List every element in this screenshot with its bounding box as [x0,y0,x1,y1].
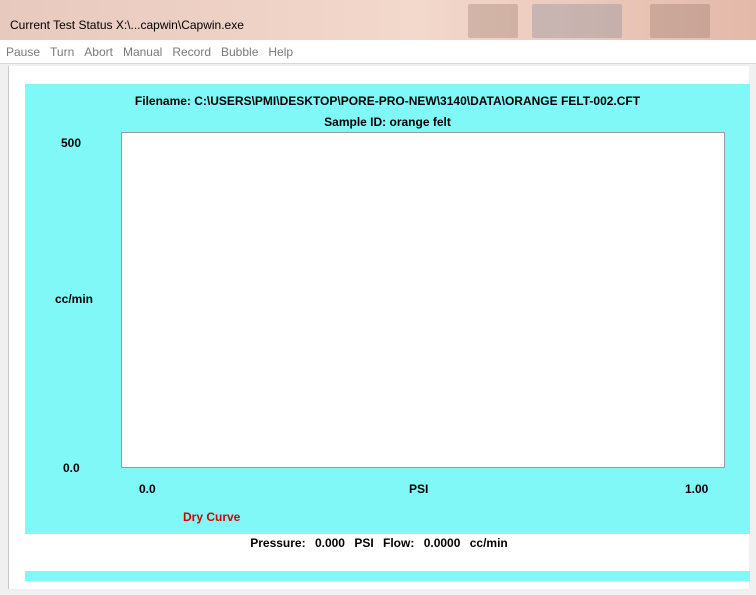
y-tick-min: 0.0 [63,461,80,475]
flow-unit: cc/min [469,536,508,550]
menu-turn[interactable]: Turn [50,45,74,59]
chart-panel: Filename: C:\USERS\PMI\DESKTOP\PORE-PRO-… [25,84,750,534]
y-axis-label: cc/min [55,292,94,306]
background-decoration [468,4,518,38]
pressure-value: 0.000 [314,536,345,550]
sample-id-label: Sample ID: orange felt [324,115,451,129]
menu-record[interactable]: Record [172,45,211,59]
client-area: Filename: C:\USERS\PMI\DESKTOP\PORE-PRO-… [8,66,750,589]
legend-dry-curve: Dry Curve [183,510,241,524]
y-tick-max: 500 [61,136,82,150]
window-title: Current Test Status X:\...capwin\Capwin.… [10,18,244,32]
flow-value: 0.0000 [423,536,461,550]
pressure-label: Pressure: [250,536,306,550]
background-decoration [650,4,710,38]
bottom-bar [25,571,750,581]
background-decoration [532,4,622,38]
x-tick-max: 1.00 [685,482,709,496]
menu-abort[interactable]: Abort [84,45,113,59]
status-line: Pressure: 0.000 PSI Flow: 0.0000 cc/min [9,536,749,550]
menu-manual[interactable]: Manual [123,45,162,59]
x-axis-label: PSI [409,482,429,496]
title-bar[interactable]: Current Test Status X:\...capwin\Capwin.… [0,0,756,40]
app-window: Current Test Status X:\...capwin\Capwin.… [0,0,756,595]
flow-label: Flow: [383,536,415,550]
menu-bubble[interactable]: Bubble [221,45,258,59]
plot-svg [122,133,724,467]
plot-area [121,132,725,468]
menu-bar: Pause Turn Abort Manual Record Bubble He… [0,40,756,64]
filename-label: Filename: C:\USERS\PMI\DESKTOP\PORE-PRO-… [134,94,641,108]
x-tick-min: 0.0 [139,482,156,496]
pressure-unit: PSI [354,536,374,550]
menu-pause[interactable]: Pause [6,45,40,59]
menu-help[interactable]: Help [268,45,293,59]
